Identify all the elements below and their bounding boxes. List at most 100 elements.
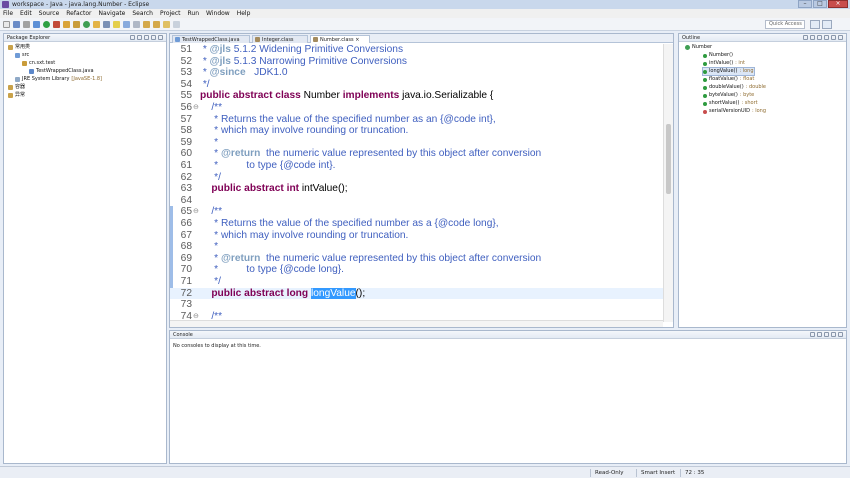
outline-item[interactable]: serialVersionUID : long — [703, 108, 766, 115]
quick-access-input[interactable]: Quick Access — [765, 20, 805, 29]
line-number: 57 — [180, 113, 192, 125]
view-menu-icon[interactable] — [144, 35, 149, 40]
tree-item[interactable]: 异常 — [8, 92, 25, 99]
close-button[interactable]: × — [828, 0, 848, 8]
code-text: * — [200, 241, 219, 253]
forward-icon[interactable] — [173, 21, 180, 28]
menu-source[interactable]: Source — [39, 9, 60, 18]
menu-project[interactable]: Project — [160, 9, 181, 18]
link-editor-icon[interactable] — [137, 35, 142, 40]
collapse-all-icon[interactable] — [130, 35, 135, 40]
next-annotation-icon[interactable] — [143, 21, 150, 28]
menu-navigate[interactable]: Navigate — [98, 9, 125, 18]
menu-edit[interactable]: Edit — [20, 9, 32, 18]
open-type-icon[interactable] — [93, 21, 100, 28]
code-line: 66 * Returns the value of the specified … — [170, 218, 663, 230]
tree-item[interactable]: JRE System Library [JavaSE-1.8] — [15, 76, 102, 83]
new-icon[interactable] — [3, 21, 10, 28]
print-icon[interactable] — [23, 21, 30, 28]
menu-run[interactable]: Run — [188, 9, 200, 18]
show-whitespace-icon[interactable] — [133, 21, 140, 28]
outline-item[interactable]: intValue() : int — [703, 60, 745, 67]
view-menu-icon[interactable] — [824, 332, 829, 337]
package-explorer-title: Package Explorer — [7, 35, 51, 41]
code-line: 65 ⊖ /** — [170, 206, 663, 218]
code-text: * Returns the value of the specified num… — [200, 113, 496, 125]
close-tab-icon[interactable]: × — [354, 37, 359, 43]
code-line: 51 * @jls 5.1.2 Widening Primitive Conve… — [170, 44, 663, 56]
open-perspective-icon[interactable] — [810, 20, 820, 29]
fold-toggle-icon[interactable]: ⊖ — [193, 206, 199, 218]
outline-item[interactable]: Number() — [703, 52, 733, 59]
code-text: /** — [200, 102, 223, 113]
outline-item[interactable]: shortValue() : short — [703, 100, 758, 107]
outline-view: Outline Number Number() intValue() : int lo… — [678, 33, 847, 328]
scroll-thumb[interactable] — [666, 124, 671, 194]
minimize-view-icon[interactable] — [151, 35, 156, 40]
menu-help[interactable]: Help — [237, 9, 251, 18]
minimize-view-icon[interactable] — [831, 332, 836, 337]
maximize-button[interactable]: □ — [813, 0, 827, 8]
minimize-button[interactable]: – — [798, 0, 812, 8]
display-console-icon[interactable] — [817, 332, 822, 337]
outline-item[interactable]: floatValue() : float — [703, 76, 754, 83]
external-tools-icon[interactable] — [53, 21, 60, 28]
hide-static-icon[interactable] — [817, 35, 822, 40]
outline-item-label: shortValue() — [709, 100, 740, 106]
tree-item[interactable]: src — [15, 52, 29, 59]
maximize-view-icon[interactable] — [838, 332, 843, 337]
view-menu-icon[interactable] — [831, 35, 836, 40]
outline-header: Outline — [679, 34, 846, 42]
back-icon[interactable] — [163, 21, 170, 28]
fold-toggle-icon[interactable]: ⊖ — [193, 102, 199, 114]
menu-window[interactable]: Window — [206, 9, 230, 18]
code-editor[interactable]: 51 * @jls 5.1.2 Widening Primitive Conve… — [170, 44, 663, 322]
outline-item[interactable]: doubleValue() : double — [703, 84, 766, 91]
outline-item[interactable]: longValue() : long — [702, 67, 755, 76]
code-line: 67 * which may involve rounding or trunc… — [170, 230, 663, 242]
line-number: 53 — [180, 67, 192, 79]
hide-nonpublic-icon[interactable] — [824, 35, 829, 40]
prev-annotation-icon[interactable] — [153, 21, 160, 28]
editor-tab[interactable]: TestWrappedClass.java — [172, 35, 250, 43]
search-icon[interactable] — [103, 21, 110, 28]
editor-tab[interactable]: Integer.class — [252, 35, 308, 43]
sort-icon[interactable] — [803, 35, 808, 40]
console-message: No consoles to display at this time. — [173, 343, 261, 349]
menu-refactor[interactable]: Refactor — [66, 9, 91, 18]
menu-file[interactable]: File — [3, 9, 13, 18]
debug-icon[interactable] — [33, 21, 40, 28]
line-number: 60 — [180, 148, 192, 160]
folder-icon — [8, 45, 13, 50]
outline-root[interactable]: Number — [685, 44, 712, 51]
open-console-icon[interactable] — [810, 332, 815, 337]
menu-bar: File Edit Source Refactor Navigate Search Proj… — [0, 9, 850, 18]
maximize-view-icon[interactable] — [158, 35, 163, 40]
run-icon[interactable] — [43, 21, 50, 28]
toggle-mark-icon[interactable] — [113, 21, 120, 28]
toggle-block-icon[interactable] — [123, 21, 130, 28]
code-line: 72 public abstract long longValue(); — [170, 287, 663, 300]
editor-tab[interactable]: Number.class × — [310, 35, 370, 43]
tree-item[interactable]: 常用类 — [8, 44, 30, 51]
hide-fields-icon[interactable] — [810, 35, 815, 40]
save-icon[interactable] — [13, 21, 20, 28]
tree-item[interactable]: TestWrappedClass.java — [29, 68, 94, 75]
line-number: 71 — [180, 276, 192, 287]
code-text: * @jls 5.1.2 Widening Primitive Conversi… — [200, 44, 404, 55]
new-class-icon[interactable] — [83, 21, 90, 28]
new-package-icon[interactable] — [73, 21, 80, 28]
tree-item[interactable]: 容器 — [8, 84, 25, 91]
menu-search[interactable]: Search — [132, 9, 153, 18]
java-perspective-icon[interactable] — [822, 20, 832, 29]
outline-title: Outline — [682, 35, 701, 41]
new-java-project-icon[interactable] — [63, 21, 70, 28]
minimize-view-icon[interactable] — [838, 35, 843, 40]
tree-item-label: JRE System Library — [22, 76, 70, 82]
editor-vertical-scrollbar[interactable] — [663, 44, 673, 322]
outline-item[interactable]: byteValue() : byte — [703, 92, 754, 99]
tree-item[interactable]: cn.sxt.test — [22, 60, 55, 67]
code-text: * @return the numeric value represented … — [200, 148, 542, 160]
code-text: * which may involve rounding or truncati… — [200, 125, 409, 137]
editor-horizontal-scrollbar[interactable] — [170, 320, 663, 327]
